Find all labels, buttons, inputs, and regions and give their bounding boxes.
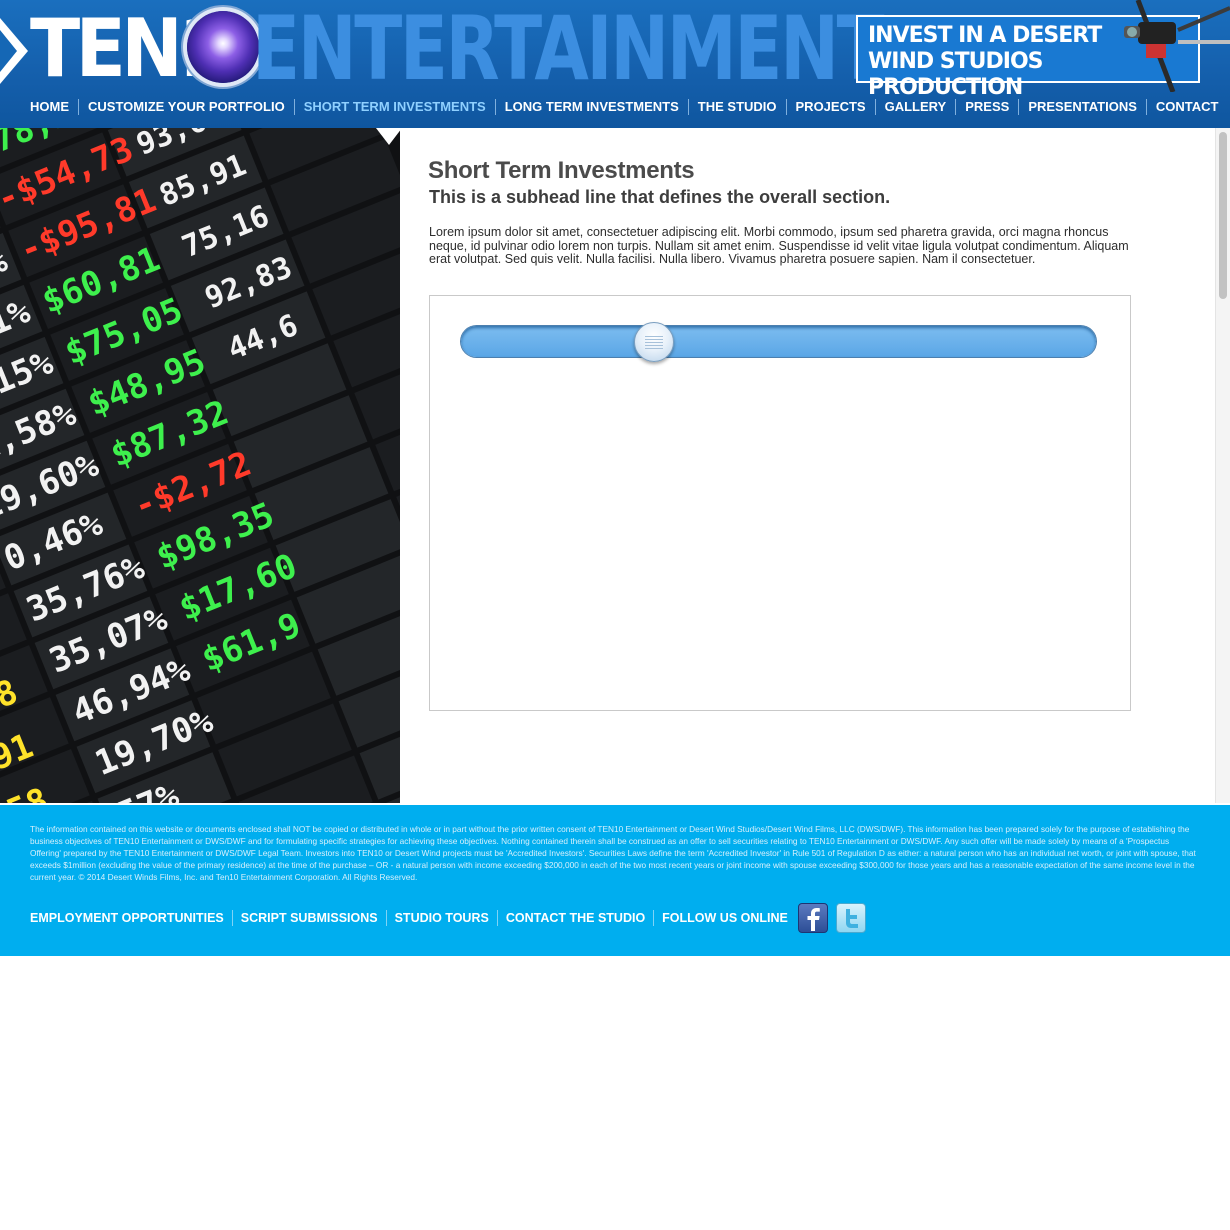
slider-track[interactable] — [461, 326, 1096, 357]
site-footer: The information contained on this websit… — [0, 805, 1230, 956]
nav-presentations[interactable]: PRESENTATIONS — [1018, 99, 1146, 115]
legal-disclaimer: The information contained on this websit… — [30, 824, 1196, 882]
camera-crane-icon — [1124, 0, 1230, 92]
slider-grip-line — [644, 342, 663, 343]
nav-short-term-investments[interactable]: SHORT TERM INVESTMENTS — [293, 99, 495, 115]
facebook-glyph — [807, 908, 820, 931]
logo-arrow-inner — [0, 30, 17, 72]
promo-banner-text: INVEST IN A DESERT WIND STUDIOS PRODUCTI… — [868, 23, 1102, 100]
nav-press[interactable]: PRESS — [955, 99, 1018, 115]
logo-entertainment-text[interactable]: ENTERTAINMENT — [252, 4, 885, 94]
slider-grip-line — [644, 345, 663, 346]
nav-customize-portfolio[interactable]: CUSTOMIZE YOUR PORTFOLIO — [78, 99, 294, 115]
follow-us-label: FOLLOW US ONLINE — [653, 910, 796, 926]
page-subhead: This is a subhead line that defines the … — [429, 187, 891, 207]
nav-projects[interactable]: PROJECTS — [785, 99, 875, 115]
ticker-rows: 15%$78,3058,835,66%-$54,7393,6317,19%-$9… — [0, 128, 400, 803]
footer-link-contact-studio[interactable]: CONTACT THE STUDIO — [496, 910, 653, 926]
investment-slider-panel — [429, 295, 1131, 711]
scrollbar-thumb[interactable] — [1219, 132, 1227, 299]
footer-link-employment[interactable]: EMPLOYMENT OPPORTUNITIES — [22, 910, 232, 926]
page-scrollbar[interactable] — [1215, 128, 1230, 803]
nav-contact[interactable]: CONTACT — [1145, 99, 1228, 115]
main-nav: HOME CUSTOMIZE YOUR PORTFOLIO SHORT TERM… — [21, 96, 1228, 118]
nav-gallery[interactable]: GALLERY — [874, 99, 956, 115]
main-content: Short Term Investments This is a subhead… — [400, 128, 1215, 803]
nav-the-studio[interactable]: THE STUDIO — [687, 99, 786, 115]
slider-handle[interactable] — [633, 322, 674, 362]
slider-grip-line — [644, 336, 663, 337]
nav-long-term-investments[interactable]: LONG TERM INVESTMENTS — [494, 99, 688, 115]
stock-ticker-board: 15%$78,3058,835,66%-$54,7393,6317,19%-$9… — [0, 128, 400, 803]
twitter-glyph — [845, 909, 858, 928]
footer-link-studio-tours[interactable]: STUDIO TOURS — [385, 910, 497, 926]
page-title: Short Term Investments — [428, 157, 695, 184]
intro-paragraph: Lorem ipsum dolor sit amet, consectetuer… — [429, 225, 1129, 266]
slider-grip-line — [644, 348, 663, 349]
nav-home[interactable]: HOME — [21, 99, 78, 115]
twitter-icon[interactable] — [835, 903, 866, 933]
slider-grip-line — [644, 339, 663, 340]
site-header: TEN1 ENTERTAINMENT INVEST IN A DESERT WI… — [0, 0, 1230, 128]
stock-ticker-image: 15%$78,3058,835,66%-$54,7393,6317,19%-$9… — [0, 128, 400, 803]
footer-link-script-submissions[interactable]: SCRIPT SUBMISSIONS — [231, 910, 386, 926]
logo-orb-icon[interactable] — [187, 11, 259, 83]
footer-links: EMPLOYMENT OPPORTUNITIES SCRIPT SUBMISSI… — [22, 903, 866, 933]
facebook-icon[interactable] — [797, 903, 828, 933]
active-nav-notch — [376, 128, 402, 145]
